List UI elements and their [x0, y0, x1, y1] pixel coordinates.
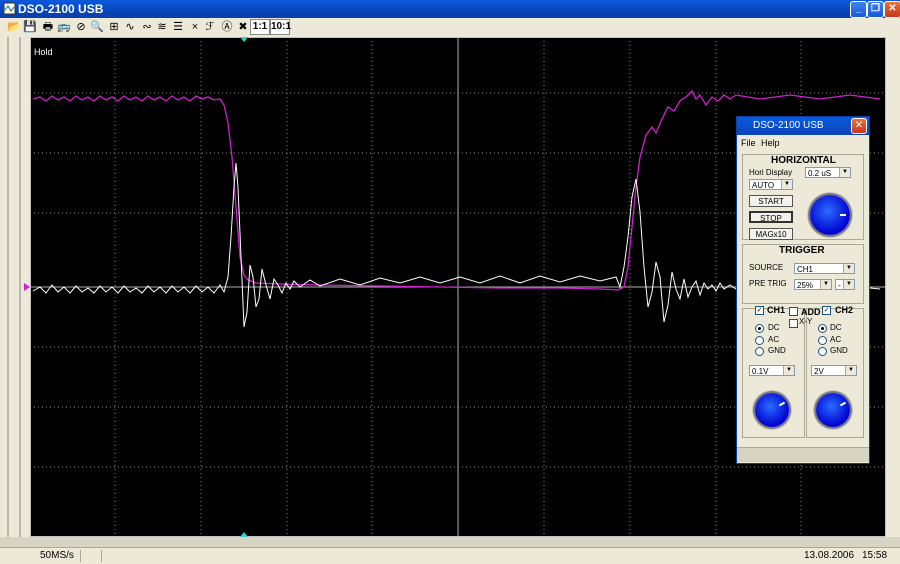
ch1-volts-select[interactable]: 0.1V ▼	[749, 365, 795, 376]
ch1-dc-label: DC	[768, 323, 780, 332]
source-label: SOURCE	[749, 263, 784, 272]
ch2-ac-label: AC	[830, 335, 842, 344]
lines-icon[interactable]: ☰	[170, 19, 186, 35]
window-title: DSO-2100 USB	[18, 2, 104, 16]
xy-checkbox[interactable]	[789, 319, 798, 328]
chevron-down-icon: ▼	[839, 168, 850, 177]
trigger-source-select[interactable]: CH1 ▼	[794, 263, 855, 274]
chevron-down-icon: ▼	[781, 180, 792, 189]
status-bar: 50MS/s 13.08.2006 15:58	[0, 547, 900, 564]
ch1-ac-radio[interactable]	[755, 336, 764, 345]
status-divider	[80, 550, 102, 562]
trigger-marker-top	[240, 37, 248, 42]
panel-footer	[737, 447, 869, 462]
ch1-checkbox[interactable]: ✓	[755, 306, 764, 315]
slope-select[interactable]: - ▼	[835, 279, 855, 290]
chevron-down-icon: ▼	[783, 366, 794, 375]
panel-close-button[interactable]: ✕	[851, 118, 867, 134]
panel-title-bar[interactable]: DSO-2100 USB ✕	[737, 117, 869, 135]
horizontal-header: HORIZONTAL	[771, 155, 836, 166]
app-icon	[3, 2, 16, 15]
chevron-down-icon: ▼	[843, 280, 854, 289]
status-date: 13.08.2006	[804, 550, 855, 561]
ratio-1-button[interactable]: 1:1	[250, 19, 270, 35]
sine-icon[interactable]: ∿	[122, 19, 138, 35]
hori-display-label: Hori Display	[749, 168, 793, 177]
fft-wave-icon[interactable]: ≋	[154, 19, 170, 35]
minimize-button[interactable]: _	[850, 1, 867, 18]
ch2-dc-radio[interactable]	[818, 324, 827, 333]
ch1-volts-knob[interactable]	[755, 393, 789, 427]
ch2-ac-radio[interactable]	[818, 336, 827, 345]
pre-trig-label: PRE TRIG	[749, 279, 787, 288]
chevron-down-icon: ▼	[820, 280, 831, 289]
timebase-select[interactable]: 0.2 uS ▼	[805, 167, 851, 178]
trigger-header: TRIGGER	[779, 245, 825, 256]
mode-select[interactable]: AUTO ▼	[749, 179, 793, 190]
restore-button[interactable]: ❐	[867, 1, 884, 18]
hold-label: Hold	[34, 47, 53, 57]
panel-title: DSO-2100 USB	[753, 120, 824, 131]
stop-sign-icon[interactable]: ⊘	[73, 19, 89, 35]
status-time: 15:58	[862, 550, 888, 561]
ch1-label: CH1	[767, 305, 786, 315]
ch1-dc-radio[interactable]	[755, 324, 764, 333]
ch2-checkbox[interactable]: ✓	[822, 306, 831, 315]
chevron-down-icon: ▼	[845, 366, 856, 375]
ch2-volts-knob[interactable]	[816, 393, 850, 427]
fft-icon[interactable]: ℱ	[202, 19, 218, 35]
menu-file[interactable]: File	[741, 138, 756, 148]
ch1-gnd-label: GND	[768, 346, 786, 355]
ch2-volts-select[interactable]: 2V ▼	[811, 365, 857, 376]
cross-icon[interactable]: ✖	[235, 19, 251, 35]
ch1-gnd-radio[interactable]	[755, 347, 764, 356]
stop-button[interactable]: STOP	[749, 211, 793, 223]
ratio-10-button[interactable]: 10:1	[270, 19, 291, 35]
control-panel: DSO-2100 USB ✕ File Help HORIZONTAL Hori…	[736, 116, 870, 464]
close-button[interactable]: ✕	[884, 1, 900, 18]
grid-icon[interactable]: ⊞	[106, 19, 122, 35]
zoom-icon[interactable]: 🔍	[89, 19, 105, 35]
math-icon[interactable]: Ⓐ	[219, 19, 235, 35]
mag-x10-button[interactable]: MAGx10	[749, 228, 793, 240]
ch2-gnd-radio[interactable]	[818, 347, 827, 356]
wave-icon[interactable]: ∾	[139, 19, 155, 35]
title-bar: DSO-2100 USB _ ❐ ✕	[0, 0, 900, 18]
open-icon[interactable]: 📂	[6, 19, 22, 35]
add-checkbox[interactable]	[789, 307, 798, 316]
print-icon[interactable]: 🖶	[40, 19, 56, 35]
pre-trig-select[interactable]: 25% ▼	[794, 279, 832, 290]
ch2-label: CH2	[835, 305, 854, 315]
save-icon[interactable]: 💾	[22, 19, 38, 35]
cursor-icon[interactable]: ×	[187, 19, 203, 35]
timebase-knob[interactable]	[810, 195, 850, 235]
menu-help[interactable]: Help	[761, 138, 780, 148]
ch1-ac-label: AC	[768, 335, 780, 344]
horizontal-scrollbar[interactable]	[0, 537, 900, 547]
chevron-down-icon: ▼	[843, 264, 854, 273]
sample-rate: 50MS/s	[40, 550, 74, 561]
toolbar: 📂 💾 🖶 🚌 ⊘ 🔍 ⊞ ∿ ∾ ≋ ☰ × ℱ Ⓐ ✖ 1:1 10:1	[0, 18, 900, 37]
bus-icon[interactable]: 🚌	[56, 19, 72, 35]
add-label: ADD	[801, 307, 821, 317]
ch2-gnd-label: GND	[830, 346, 848, 355]
xy-label: X-Y	[799, 317, 813, 326]
ch2-dc-label: DC	[830, 323, 842, 332]
start-button[interactable]: START	[749, 195, 793, 207]
